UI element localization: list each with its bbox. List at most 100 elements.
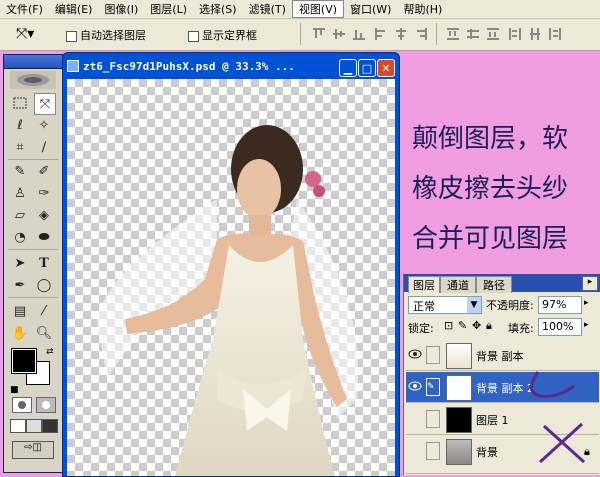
distribute-right-icon[interactable] (548, 27, 562, 41)
close-button[interactable]: ✕ (377, 59, 395, 77)
hand-tool-icon[interactable]: ✋ (10, 323, 30, 343)
eye-icon[interactable] (408, 348, 422, 360)
default-colors-icon[interactable]: ■ (10, 385, 19, 395)
align-right-icon[interactable] (414, 27, 428, 41)
opacity-label: 不透明度: (486, 299, 534, 312)
brush-icon[interactable]: ✎ (426, 378, 440, 396)
maximize-button[interactable]: □ (358, 59, 376, 77)
lock-transparency-icon[interactable]: ⊡ (444, 319, 453, 332)
move-tool-icon[interactable]: ⤧ (34, 93, 56, 115)
screen-mode-standard-icon[interactable] (10, 419, 26, 433)
link-slot[interactable] (426, 442, 440, 460)
eyedropper-icon[interactable]: ⁄ (34, 301, 54, 321)
swap-colors-icon[interactable]: ⇄ (46, 347, 54, 357)
menu-layer[interactable]: 图层(L) (144, 1, 193, 17)
show-bounds-checkbox[interactable]: 显示定界框 (188, 27, 257, 43)
distribute-hcenter-icon[interactable] (528, 27, 542, 41)
lock-label: 锁定: (408, 322, 434, 335)
eraser-tool-icon[interactable]: ▱ (10, 205, 30, 225)
quick-mask-icon[interactable] (36, 397, 56, 413)
shape-tool-icon[interactable]: ◯ (34, 275, 54, 295)
bride-photo (97, 125, 359, 476)
lock-all-icon[interactable]: 🔒︎ (486, 319, 492, 333)
notes-tool-icon[interactable]: ▤ (10, 301, 30, 321)
brush-tool-icon[interactable]: ✐ (34, 161, 54, 181)
separator (8, 159, 58, 160)
link-slot[interactable] (426, 346, 440, 364)
blend-mode-value: 正常 (413, 300, 435, 313)
healing-brush-icon[interactable]: ✎ (10, 161, 30, 181)
history-brush-icon[interactable]: ✑ (34, 183, 54, 203)
marquee-tool-icon[interactable] (10, 93, 30, 113)
separator (436, 23, 437, 45)
menu-edit[interactable]: 编辑(E) (49, 1, 99, 17)
menu-help[interactable]: 帮助(H) (397, 1, 448, 17)
link-slot[interactable] (426, 410, 440, 428)
blend-mode-select[interactable]: 正常 ▼ (408, 296, 482, 314)
layer-name: 背景 (476, 446, 498, 459)
instruction-line-3: 合并可见图层 (412, 224, 569, 254)
foreground-color-swatch[interactable] (11, 348, 37, 374)
menu-select[interactable]: 选择(S) (193, 1, 243, 17)
tab-channels[interactable]: 通道 (440, 276, 476, 293)
crop-tool-icon[interactable]: ⌗ (10, 137, 30, 157)
fill-input[interactable]: 100% (538, 318, 582, 336)
fill-label: 填充: (508, 322, 534, 335)
layer-name: 图层 1 (476, 414, 509, 427)
layer-thumbnail (446, 439, 472, 465)
distribute-vcenter-icon[interactable] (466, 27, 480, 41)
layers-panel: 图层 通道 路径 ▸ 正常 ▼ 不透明度: 97% ▸ 锁定: ⊡ ✎ ✥ 🔒︎… (403, 274, 600, 475)
type-tool-icon[interactable]: T (34, 253, 54, 273)
separator (8, 297, 58, 298)
opacity-input[interactable]: 97% (538, 296, 582, 314)
zoom-tool-icon[interactable]: 🔍︎ (34, 323, 54, 343)
auto-select-checkbox[interactable]: 自动选择图层 (66, 27, 146, 43)
move-tool-icon[interactable]: ⤧▾ (16, 26, 34, 42)
paint-bucket-icon[interactable]: ◈ (34, 205, 54, 225)
blur-tool-icon[interactable]: ◔ (10, 227, 30, 247)
screen-mode-full-icon[interactable] (42, 419, 58, 433)
magic-wand-icon[interactable]: ✧ (34, 115, 54, 135)
image-canvas[interactable] (67, 79, 395, 476)
tab-layers[interactable]: 图层 (408, 276, 440, 293)
align-left-icon[interactable] (374, 27, 388, 41)
distribute-top-icon[interactable] (446, 27, 460, 41)
toolbox-title-bar[interactable] (4, 55, 62, 69)
screen-mode-full-menu-icon[interactable] (26, 419, 42, 433)
standard-mode-icon[interactable] (12, 397, 32, 413)
path-select-icon[interactable]: ➤ (10, 253, 30, 273)
auto-select-label: 自动选择图层 (80, 29, 146, 42)
distribute-bottom-icon[interactable] (486, 27, 500, 41)
menu-filter[interactable]: 滤镜(T) (243, 1, 292, 17)
lock-position-icon[interactable]: ✥ (472, 319, 481, 332)
align-vcenter-icon[interactable] (332, 27, 346, 41)
menu-view[interactable]: 视图(V) (291, 0, 345, 18)
fill-slider-icon[interactable]: ▸ (584, 320, 589, 330)
distribute-left-icon[interactable] (508, 27, 522, 41)
chevron-down-icon[interactable]: ▼ (467, 297, 481, 313)
adobe-logo-icon[interactable] (10, 71, 56, 89)
panel-menu-button[interactable]: ▸ (582, 276, 598, 291)
align-top-icon[interactable] (312, 27, 326, 41)
menu-window[interactable]: 窗口(W) (344, 1, 397, 17)
opacity-slider-icon[interactable]: ▸ (584, 298, 589, 308)
show-bounds-label: 显示定界框 (202, 29, 257, 42)
menu-image[interactable]: 图像(I) (98, 1, 144, 17)
jump-to-imageready-icon[interactable]: ⇨◫ (12, 441, 54, 459)
clone-stamp-icon[interactable]: ♙ (10, 183, 30, 203)
tab-paths[interactable]: 路径 (476, 276, 512, 293)
instruction-line-1: 颠倒图层，软 (412, 124, 569, 154)
instruction-line-2: 橡皮擦去头纱 (412, 174, 569, 204)
layer-thumbnail (446, 343, 472, 369)
minimize-button[interactable]: ▁ (339, 59, 357, 77)
align-hcenter-icon[interactable] (394, 27, 408, 41)
menu-file[interactable]: 文件(F) (0, 1, 49, 17)
slice-tool-icon[interactable]: ∕ (34, 137, 54, 157)
align-bottom-icon[interactable] (352, 27, 366, 41)
eye-icon[interactable] (408, 380, 422, 392)
dodge-tool-icon[interactable]: ⬬ (34, 227, 54, 247)
lasso-tool-icon[interactable]: ℓ (10, 115, 30, 135)
pen-tool-icon[interactable]: ✒ (10, 275, 30, 295)
lock-pixels-icon[interactable]: ✎ (458, 319, 467, 332)
toolbox: ⤧ ℓ ✧ ⌗ ∕ ✎ ✐ ♙ ✑ ▱ ◈ ◔ ⬬ ➤ T ✒ ◯ ▤ ⁄ ✋ … (3, 54, 63, 473)
